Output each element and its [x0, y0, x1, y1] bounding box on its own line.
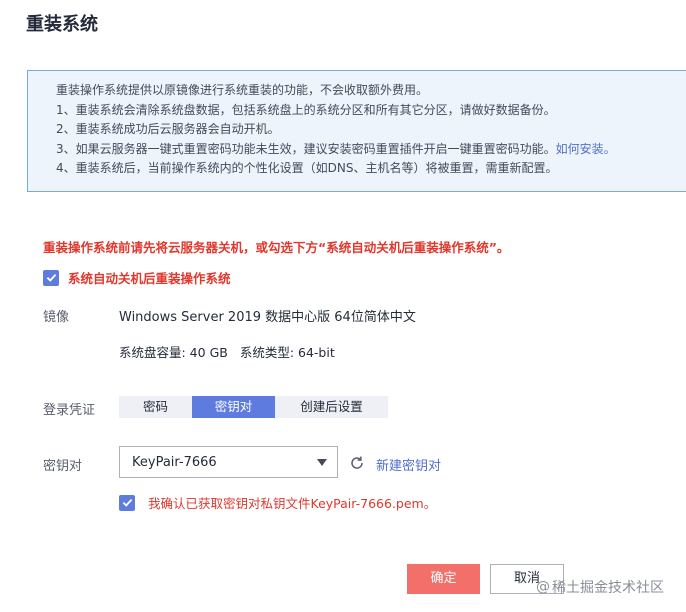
notice-line: 4、重装系统后，当前操作系统内的个性化设置（如DNS、主机名等）将被重置，需重新… [56, 161, 558, 175]
keypair-selected-value: KeyPair-7666 [132, 454, 217, 470]
tab-set-after-creation[interactable]: 创建后设置 [275, 396, 388, 418]
keypair-label: 密钥对 [43, 459, 83, 474]
keypair-confirm-option[interactable]: 我确认已获取密钥对私钥文件KeyPair-7666.pem。 [119, 493, 436, 512]
keypair-select[interactable]: KeyPair-7666 [119, 446, 338, 478]
new-keypair-link[interactable]: 新建密钥对 [376, 455, 441, 474]
auto-shutdown-checkbox[interactable] [43, 269, 59, 286]
watermark-text: 稀土掘金技术社区 [552, 580, 664, 596]
disk-capacity: 系统盘容量: 40 GB [119, 345, 228, 360]
notice-line-text: 3、如果云服务器一键式重置密码功能未生效，建议安装密码重置插件开启一键重置密码功… [56, 141, 556, 156]
login-credential-tabs: 密码 密钥对 创建后设置 [119, 396, 388, 418]
checkmark-icon [46, 273, 56, 282]
notice-line: 1、重装系统会清除系统盘数据，包括系统盘上的系统分区和所有其它分区，请做好数据备… [56, 102, 556, 117]
keypair-confirm-checkbox[interactable] [119, 494, 135, 511]
dialog-title: 重装系统 [26, 14, 98, 35]
watermark-at: @ [536, 579, 550, 595]
reinstall-os-dialog: 重装系统 重装操作系统提供以原镜像进行系统重装的功能，不会收取额外费用。 1、重… [0, 0, 686, 612]
image-label: 镜像 [43, 310, 70, 325]
checkmark-icon [122, 498, 132, 507]
auto-shutdown-option[interactable]: 系统自动关机后重装操作系统 [43, 268, 231, 287]
how-to-install-link[interactable]: 如何安装。 [556, 142, 616, 156]
notice-line: 重装操作系统提供以原镜像进行系统重装的功能，不会收取额外费用。 [56, 83, 429, 97]
notice-line: 3、如果云服务器一键式重置密码功能未生效，建议安装密码重置插件开启一键重置密码功… [56, 140, 686, 160]
system-type: 系统类型: 64-bit [239, 345, 335, 360]
auto-shutdown-label: 系统自动关机后重装操作系统 [68, 271, 231, 286]
tab-password[interactable]: 密码 [119, 396, 192, 418]
image-name: Windows Server 2019 数据中心版 64位简体中文 [119, 310, 416, 325]
confirm-button[interactable]: 确定 [407, 564, 480, 594]
login-credential-label: 登录凭证 [43, 403, 96, 418]
image-specs: 系统盘容量: 40 GB 系统类型: 64-bit [119, 342, 335, 361]
tab-keypair[interactable]: 密钥对 [192, 396, 275, 418]
shutdown-warning: 重装操作系统前请先将云服务器关机，或勾选下方“系统自动关机后重装操作系统”。 [43, 240, 510, 255]
refresh-icon[interactable] [349, 455, 365, 471]
keypair-confirm-label: 我确认已获取密钥对私钥文件KeyPair-7666.pem。 [148, 496, 437, 511]
caret-down-icon [317, 459, 327, 466]
watermark: @ 稀土掘金技术社区 [536, 577, 664, 597]
notice-line: 2、重装系统成功后云服务器会自动开机。 [56, 122, 280, 136]
info-notice: 重装操作系统提供以原镜像进行系统重装的功能，不会收取额外费用。 1、重装系统会清… [27, 70, 686, 192]
